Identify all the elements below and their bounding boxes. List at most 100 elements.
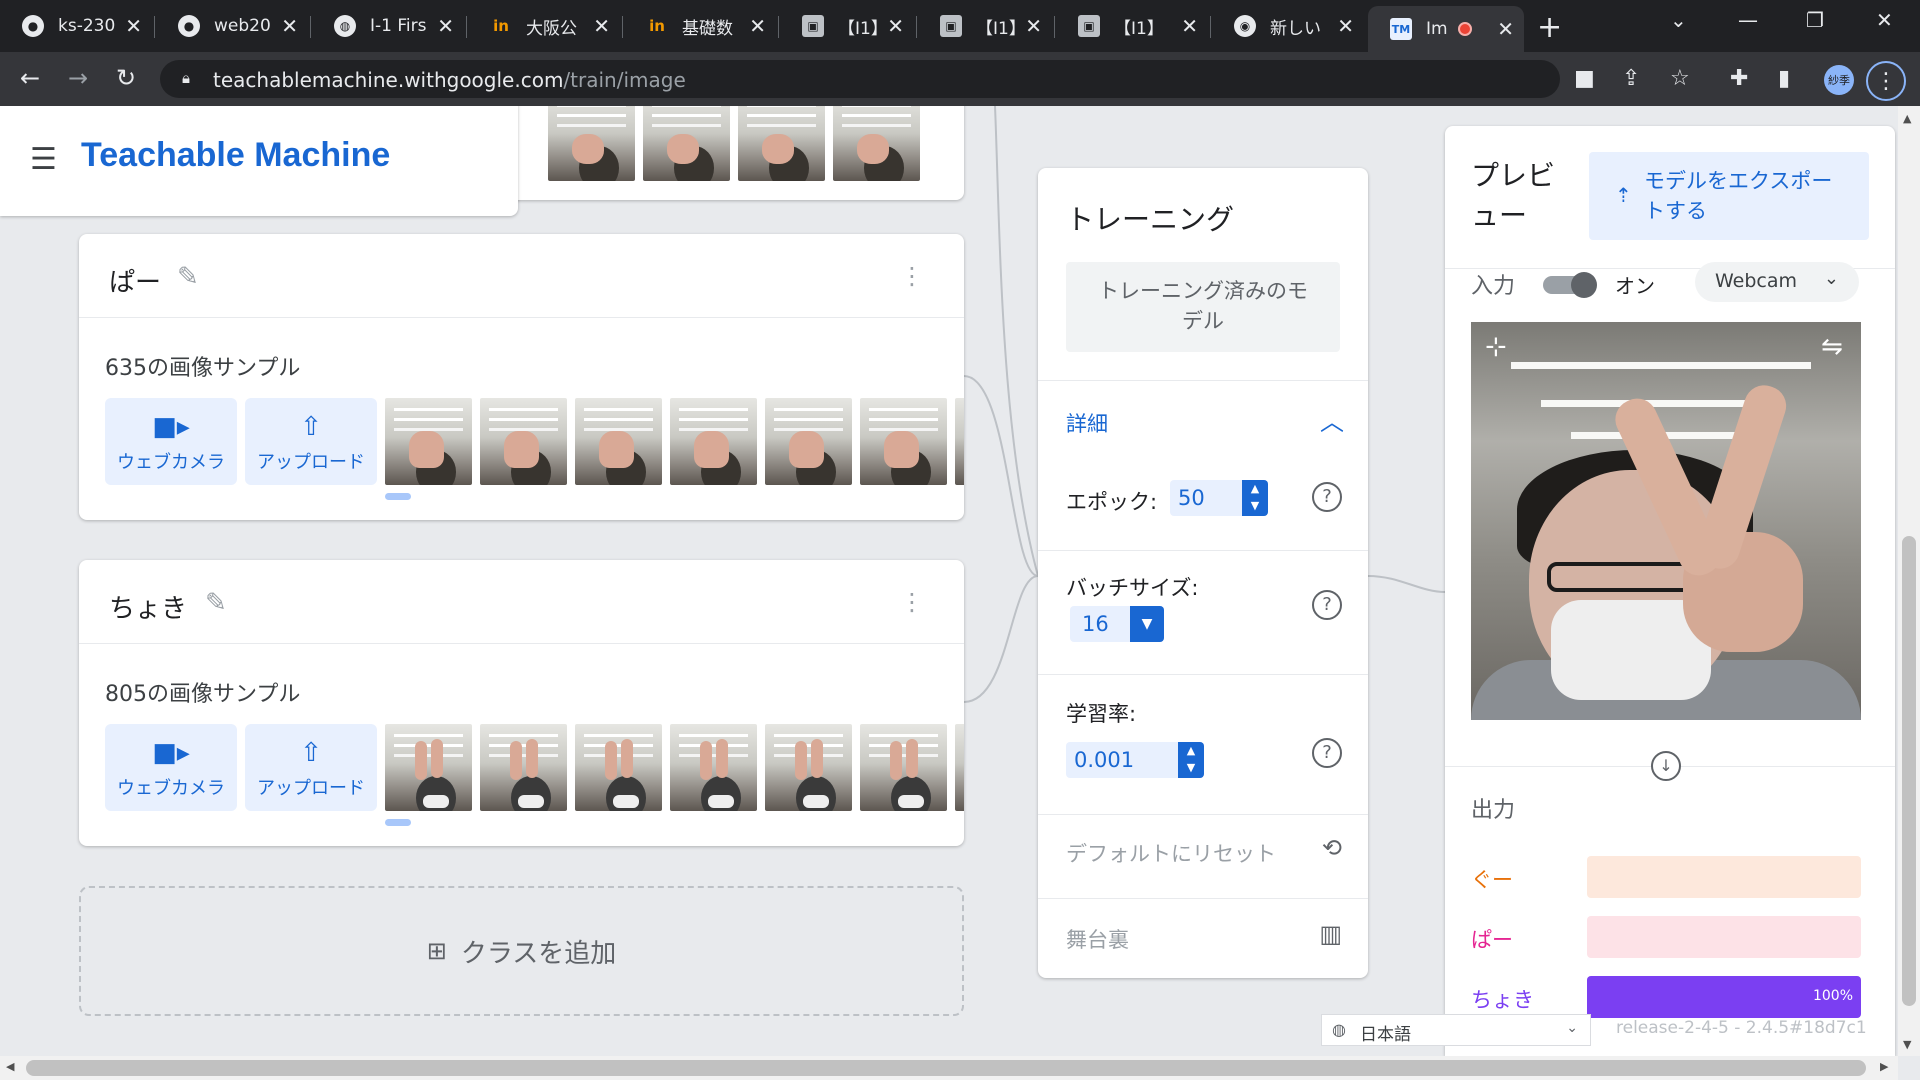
close-tab-icon[interactable]: ✕ xyxy=(887,14,904,38)
scroll-left-icon[interactable]: ◀ xyxy=(6,1060,14,1073)
camera-source-select[interactable]: Webcam ⌄ xyxy=(1695,262,1859,302)
flip-camera-icon[interactable]: ⇋ xyxy=(1821,332,1843,362)
help-icon[interactable]: ? xyxy=(1312,738,1342,768)
browser-menu-icon[interactable]: ⋮ xyxy=(1866,61,1906,101)
close-window-icon[interactable]: ✕ xyxy=(1876,8,1893,32)
scroll-down-icon[interactable]: ▼ xyxy=(1903,1038,1911,1051)
advanced-toggle[interactable]: 詳細 xyxy=(1066,408,1108,438)
forward-icon[interactable]: → xyxy=(68,64,88,92)
reset-defaults-button[interactable]: デフォルトにリセット xyxy=(1066,838,1276,868)
sample-thumbnail[interactable] xyxy=(385,724,472,811)
stepper-arrows-icon[interactable]: ▲ ▼ xyxy=(1242,480,1268,516)
browser-tab[interactable]: in 大阪公 ✕ xyxy=(468,8,620,44)
browser-tab[interactable]: ◍ I-1 Firs ✕ xyxy=(312,8,464,44)
restore-icon[interactable]: ❐ xyxy=(1806,8,1824,32)
sample-thumbnail[interactable] xyxy=(480,724,567,811)
learning-rate-input[interactable]: 0.001 ▲ ▼ xyxy=(1066,742,1204,778)
strip-scroll-indicator[interactable] xyxy=(385,493,411,500)
scroll-up-icon[interactable]: ▲ xyxy=(1903,112,1911,125)
edit-pencil-icon[interactable]: ✎ xyxy=(205,588,227,618)
stepper-arrows-icon[interactable]: ▲ ▼ xyxy=(1178,742,1204,778)
sample-thumbnail[interactable] xyxy=(860,724,947,811)
language-select[interactable]: ◍ 日本語 ⌄ xyxy=(1321,1014,1591,1046)
sample-thumbnail[interactable] xyxy=(575,724,662,811)
hamburger-menu-icon[interactable]: ☰ xyxy=(30,142,57,177)
bookmark-star-icon[interactable]: ☆ xyxy=(1670,66,1690,91)
back-icon[interactable]: ← xyxy=(20,64,40,92)
webcam-button[interactable]: ■▸ ウェブカメラ xyxy=(105,724,237,811)
sample-strip[interactable] xyxy=(385,398,964,485)
batch-size-select[interactable]: 16 ▼ xyxy=(1070,606,1164,642)
upload-button[interactable]: ⇧ アップロード xyxy=(245,724,377,811)
input-toggle[interactable] xyxy=(1543,272,1597,298)
sample-thumbnail[interactable] xyxy=(670,724,757,811)
train-model-button[interactable]: トレーニング済みのモ デル xyxy=(1066,262,1340,352)
close-tab-icon[interactable]: ✕ xyxy=(281,14,298,38)
upload-button[interactable]: ⇧ アップロード xyxy=(245,398,377,485)
browser-tab[interactable]: ● web20 ✕ xyxy=(156,8,308,44)
webcam-button[interactable]: ■▸ ウェブカメラ xyxy=(105,398,237,485)
close-tab-icon[interactable]: ✕ xyxy=(1337,14,1354,38)
sample-thumbnail[interactable] xyxy=(480,398,567,485)
sample-thumbnail[interactable] xyxy=(833,106,920,181)
sample-thumbnail[interactable] xyxy=(738,106,825,181)
tab-search-icon[interactable]: ⌄ xyxy=(1670,8,1687,32)
browser-tab[interactable]: ▣ 【I1】2 ✕ xyxy=(780,8,914,44)
class-name[interactable]: ぱー xyxy=(109,262,161,299)
bar-chart-icon[interactable]: ▥ xyxy=(1319,920,1342,948)
class-options-icon[interactable]: ⋮ xyxy=(900,588,924,616)
crop-icon[interactable]: ⊹ xyxy=(1485,332,1507,362)
close-tab-icon[interactable]: ✕ xyxy=(437,14,454,38)
chevron-up-icon[interactable]: ︿ xyxy=(1320,402,1344,437)
dropdown-arrow-icon[interactable]: ▼ xyxy=(1130,606,1164,642)
class-options-icon[interactable]: ⋮ xyxy=(900,262,924,290)
close-tab-icon[interactable]: ✕ xyxy=(1181,14,1198,38)
sample-thumbnail[interactable] xyxy=(765,398,852,485)
sample-thumbnail[interactable] xyxy=(860,398,947,485)
reload-icon[interactable]: ↻ xyxy=(116,64,136,92)
under-the-hood-button[interactable]: 舞台裏 xyxy=(1066,924,1129,954)
new-tab-button[interactable]: + xyxy=(1537,10,1562,45)
sample-thumbnail[interactable] xyxy=(643,106,730,181)
sample-thumbnail[interactable] xyxy=(575,398,662,485)
horizontal-scroll-thumb[interactable] xyxy=(26,1060,1866,1076)
vertical-scrollbar[interactable]: ▲ ▼ xyxy=(1898,106,1920,1056)
share-icon[interactable]: ⇪ xyxy=(1622,66,1640,91)
browser-tab-active[interactable]: TM Im ✕ xyxy=(1368,6,1524,52)
close-tab-icon[interactable]: ✕ xyxy=(593,14,610,38)
sample-thumbnail[interactable] xyxy=(548,106,635,181)
sample-strip[interactable] xyxy=(385,724,964,811)
minimize-icon[interactable]: — xyxy=(1738,8,1758,32)
sample-thumbnail[interactable] xyxy=(955,398,964,485)
close-tab-icon[interactable]: ✕ xyxy=(1025,14,1042,38)
epochs-input[interactable]: 50 ▲ ▼ xyxy=(1170,480,1268,516)
strip-scroll-indicator[interactable] xyxy=(385,819,411,826)
sample-thumbnail[interactable] xyxy=(955,724,964,811)
side-panel-icon[interactable]: ▮ xyxy=(1778,66,1790,91)
camera-in-use-icon[interactable]: ■ xyxy=(1574,66,1595,91)
close-tab-icon[interactable]: ✕ xyxy=(1497,17,1514,41)
history-icon[interactable]: ⟲ xyxy=(1322,834,1342,862)
export-model-button[interactable]: ⇡ モデルをエクスポー トする xyxy=(1589,152,1869,240)
sample-thumbnail[interactable] xyxy=(385,398,472,485)
extensions-icon[interactable]: ✚ xyxy=(1730,66,1748,91)
class-name[interactable]: ちょき xyxy=(109,588,187,625)
edit-pencil-icon[interactable]: ✎ xyxy=(177,262,199,292)
browser-tab[interactable]: ▣ 【I1】2 ✕ xyxy=(918,8,1052,44)
browser-tab[interactable]: ● ks-230 ✕ xyxy=(0,8,152,44)
profile-avatar[interactable]: 紗季 xyxy=(1824,65,1854,95)
browser-tab[interactable]: in 基礎数 ✕ xyxy=(624,8,776,44)
browser-tab[interactable]: ◉ 新しい ✕ xyxy=(1212,8,1364,44)
browser-tab[interactable]: ▣ 【I1】2 ✕ xyxy=(1056,8,1208,44)
address-bar[interactable]: 🔒︎ teachablemachine.withgoogle.com/train… xyxy=(160,60,1560,98)
help-icon[interactable]: ? xyxy=(1312,482,1342,512)
close-tab-icon[interactable]: ✕ xyxy=(125,14,142,38)
sample-thumbnail[interactable] xyxy=(765,724,852,811)
horizontal-scrollbar[interactable]: ◀ ▶ xyxy=(0,1056,1898,1080)
add-class-button[interactable]: ⊞ クラスを追加 xyxy=(79,886,964,1016)
sample-thumbnail[interactable] xyxy=(670,398,757,485)
scroll-right-icon[interactable]: ▶ xyxy=(1880,1060,1888,1073)
close-tab-icon[interactable]: ✕ xyxy=(749,14,766,38)
help-icon[interactable]: ? xyxy=(1312,590,1342,620)
vertical-scroll-thumb[interactable] xyxy=(1902,536,1916,1006)
